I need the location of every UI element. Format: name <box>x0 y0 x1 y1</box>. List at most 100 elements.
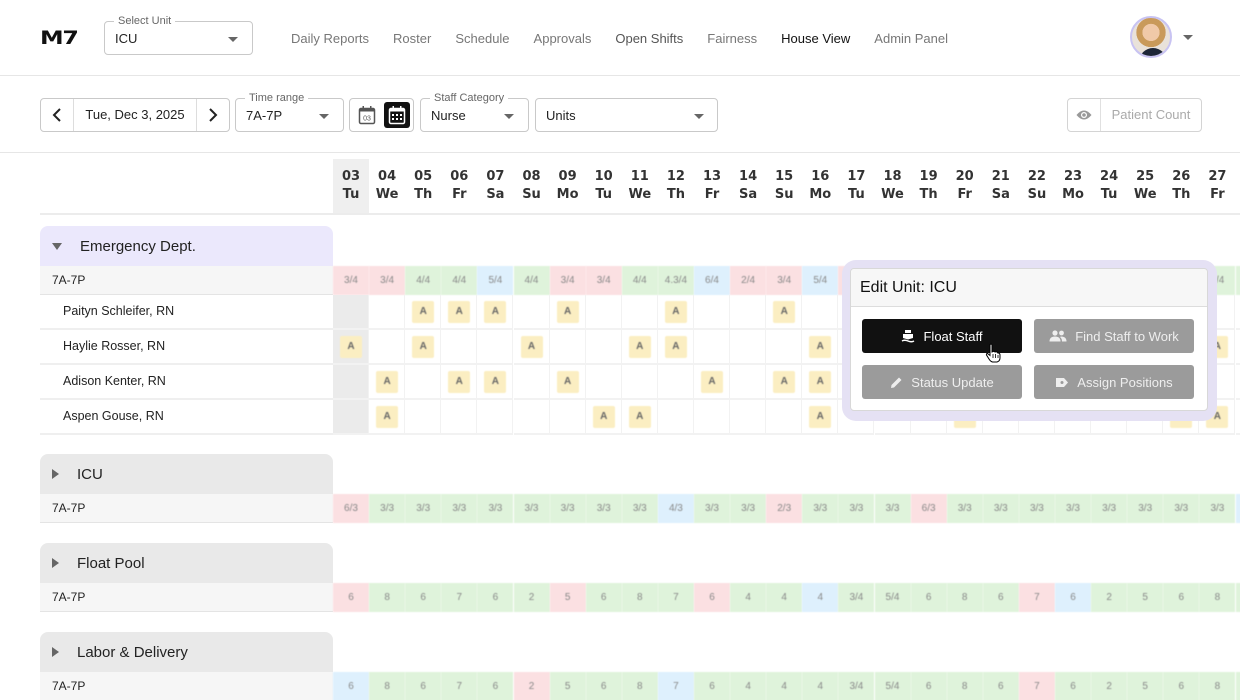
staff-day-cell[interactable]: A <box>549 295 586 330</box>
coverage-cell[interactable]: 2/4 <box>730 266 767 295</box>
coverage-cell[interactable]: 4/3 <box>657 494 694 523</box>
coverage-cell[interactable]: 7 <box>657 672 694 700</box>
coverage-cell[interactable]: 2 <box>513 672 550 700</box>
staff-day-cell[interactable] <box>513 400 550 435</box>
coverage-cell[interactable]: 3/3 <box>621 494 658 523</box>
shift-badge[interactable]: A <box>520 336 543 358</box>
staff-day-cell[interactable] <box>621 365 658 400</box>
coverage-cell[interactable]: 5/4 <box>802 266 839 295</box>
shift-badge[interactable]: A <box>809 371 832 393</box>
coverage-cell[interactable]: 6/3 <box>333 494 369 523</box>
staff-row-name[interactable]: Aspen Gouse, RN <box>40 400 333 435</box>
coverage-cell[interactable]: 3/3 <box>982 494 1019 523</box>
coverage-cell[interactable]: 3/3 <box>874 494 911 523</box>
staff-day-cell[interactable] <box>802 295 839 330</box>
staff-day-cell[interactable] <box>694 330 730 365</box>
staff-day-cell[interactable] <box>766 330 803 365</box>
day-column-header[interactable]: 23 Mo <box>1055 159 1091 213</box>
coverage-cell[interactable]: 3/3 <box>405 494 442 523</box>
unit-header-icu[interactable]: ICU <box>40 454 333 494</box>
m7-logo[interactable]: M7 <box>40 27 79 49</box>
staff-day-cell[interactable]: A <box>585 400 622 435</box>
coverage-cell[interactable]: 6 <box>333 583 369 612</box>
coverage-cell[interactable]: 2 <box>1091 672 1128 700</box>
staff-day-cell[interactable] <box>333 295 369 330</box>
coverage-cell[interactable]: 3/3 <box>513 494 550 523</box>
unit-header-emergency-dept[interactable]: Emergency Dept. <box>40 226 333 266</box>
expand-triangle-icon[interactable] <box>52 647 59 657</box>
day-column-header[interactable]: 22 Su <box>1019 159 1055 213</box>
staff-day-cell[interactable]: A <box>513 330 550 365</box>
shift-badge[interactable]: A <box>628 406 651 428</box>
coverage-cell[interactable]: 3/3 <box>369 494 406 523</box>
coverage-cell[interactable]: 8 <box>369 583 406 612</box>
day-column-header[interactable]: 27 Fr <box>1199 159 1235 213</box>
coverage-cell[interactable]: 4 <box>802 672 839 700</box>
staff-day-cell[interactable] <box>513 295 550 330</box>
coverage-cell[interactable]: 4/4 <box>513 266 550 295</box>
units-dropdown[interactable]: Units <box>535 98 718 132</box>
coverage-cell[interactable]: 6 <box>910 583 947 612</box>
nav-daily-reports[interactable]: Daily Reports <box>291 31 369 46</box>
staff-day-cell[interactable]: A <box>477 295 514 330</box>
coverage-cell[interactable]: 7 <box>657 583 694 612</box>
coverage-cell[interactable]: 6 <box>982 583 1019 612</box>
user-menu-chevron-icon[interactable] <box>1183 35 1193 40</box>
coverage-cell[interactable]: 3/3 <box>1018 494 1055 523</box>
coverage-cell[interactable]: 4/4 <box>405 266 442 295</box>
shift-badge[interactable]: A <box>412 301 435 323</box>
staff-day-cell[interactable]: A <box>802 365 839 400</box>
coverage-cell[interactable]: 6 <box>1163 583 1200 612</box>
assign-positions-button[interactable]: Assign Positions <box>1034 365 1194 399</box>
shift-badge[interactable]: A <box>484 371 507 393</box>
staff-day-cell[interactable] <box>1235 365 1240 400</box>
shift-badge[interactable]: A <box>809 336 832 358</box>
nav-open-shifts[interactable]: Open Shifts <box>615 31 683 46</box>
unit-header-labor-delivery[interactable]: Labor & Delivery <box>40 632 333 672</box>
coverage-cell[interactable]: 3/3 <box>730 494 767 523</box>
shift-badge[interactable]: A <box>628 336 651 358</box>
coverage-cell[interactable]: 8 <box>946 583 983 612</box>
shift-badge[interactable]: A <box>556 301 579 323</box>
coverage-cell[interactable]: 8 <box>946 672 983 700</box>
status-update-button[interactable]: Status Update <box>862 365 1022 399</box>
coverage-cell[interactable]: 8 <box>1199 583 1236 612</box>
day-column-header[interactable]: 04 We <box>369 159 405 213</box>
day-column-header[interactable]: 28Sa <box>1236 159 1240 213</box>
coverage-cell[interactable]: 7 <box>1018 583 1055 612</box>
staff-day-cell[interactable] <box>730 330 767 365</box>
nav-schedule[interactable]: Schedule <box>455 31 509 46</box>
shift-badge[interactable]: A <box>664 336 687 358</box>
coverage-cell[interactable]: 5/4 <box>874 583 911 612</box>
staff-day-cell[interactable]: A <box>621 330 658 365</box>
coverage-cell[interactable]: 5/4 <box>477 266 514 295</box>
nav-admin-panel[interactable]: Admin Panel <box>874 31 948 46</box>
day-column-header[interactable]: 18 We <box>875 159 911 213</box>
coverage-cell[interactable]: 5 <box>1127 672 1164 700</box>
coverage-cell[interactable]: 8 <box>621 583 658 612</box>
staff-day-cell[interactable]: A <box>766 295 803 330</box>
staff-day-cell[interactable] <box>441 330 478 365</box>
coverage-cell[interactable]: 5/4 <box>874 672 911 700</box>
coverage-cell[interactable]: 6 <box>694 583 730 612</box>
coverage-cell[interactable]: 4 <box>730 672 767 700</box>
staff-day-cell[interactable] <box>730 295 767 330</box>
coverage-cell[interactable]: 5 <box>549 672 586 700</box>
coverage-cell[interactable]: 3/3 <box>477 494 514 523</box>
staff-day-cell[interactable]: A <box>766 365 803 400</box>
day-column-header[interactable]: 25 We <box>1127 159 1163 213</box>
shift-badge[interactable]: A <box>809 406 832 428</box>
staff-day-cell[interactable]: A <box>802 330 839 365</box>
day-column-header[interactable]: 26 Th <box>1163 159 1199 213</box>
staff-day-cell[interactable] <box>585 330 622 365</box>
staff-day-cell[interactable] <box>333 365 369 400</box>
day-column-header[interactable]: 20 Fr <box>947 159 983 213</box>
coverage-cell[interactable]: 6/4 <box>694 266 730 295</box>
coverage-cell[interactable]: 6 <box>405 672 442 700</box>
staff-day-cell[interactable] <box>549 400 586 435</box>
day-column-header[interactable]: 17 Tu <box>838 159 874 213</box>
previous-date-button[interactable] <box>41 99 74 131</box>
current-date[interactable]: Tue, Dec 3, 2025 <box>74 99 196 131</box>
coverage-cell[interactable]: 6 <box>333 672 369 700</box>
staff-day-cell[interactable]: A <box>549 365 586 400</box>
